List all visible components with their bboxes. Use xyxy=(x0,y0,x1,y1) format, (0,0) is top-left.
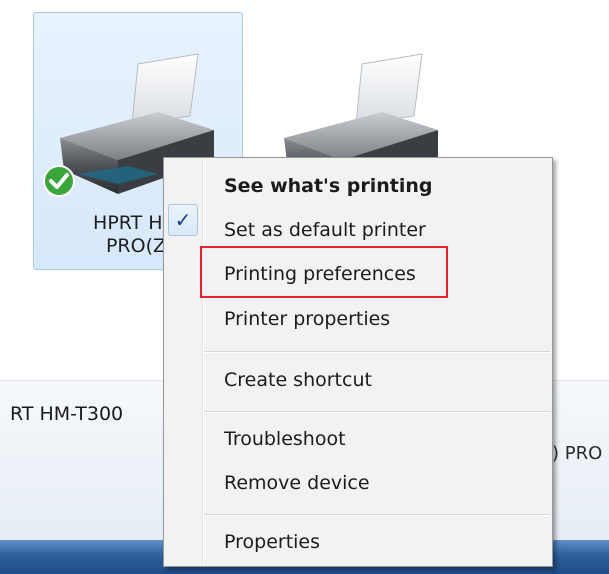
details-device-name-right: ) PRO xyxy=(552,443,603,464)
menu-item-properties[interactable]: Properties xyxy=(224,522,320,562)
menu-gutter xyxy=(202,160,204,564)
menu-item-create-shortcut[interactable]: Create shortcut xyxy=(224,360,372,400)
menu-item-remove-device[interactable]: Remove device xyxy=(224,463,370,503)
default-check-icon xyxy=(42,164,76,198)
context-menu: See what's printing ✓ Set as default pri… xyxy=(163,157,553,567)
menu-item-see-whats-printing[interactable]: See what's printing xyxy=(224,166,433,206)
checkmark-icon: ✓ xyxy=(168,204,198,236)
menu-separator xyxy=(204,411,550,413)
menu-item-troubleshoot[interactable]: Troubleshoot xyxy=(224,419,346,459)
menu-item-set-as-default-printer[interactable]: Set as default printer xyxy=(224,210,426,250)
highlight-annotation xyxy=(200,246,448,298)
menu-item-printer-properties[interactable]: Printer properties xyxy=(224,299,390,339)
menu-separator xyxy=(204,514,550,516)
details-device-name: RT HM-T300 xyxy=(10,403,124,425)
menu-separator xyxy=(204,351,550,353)
